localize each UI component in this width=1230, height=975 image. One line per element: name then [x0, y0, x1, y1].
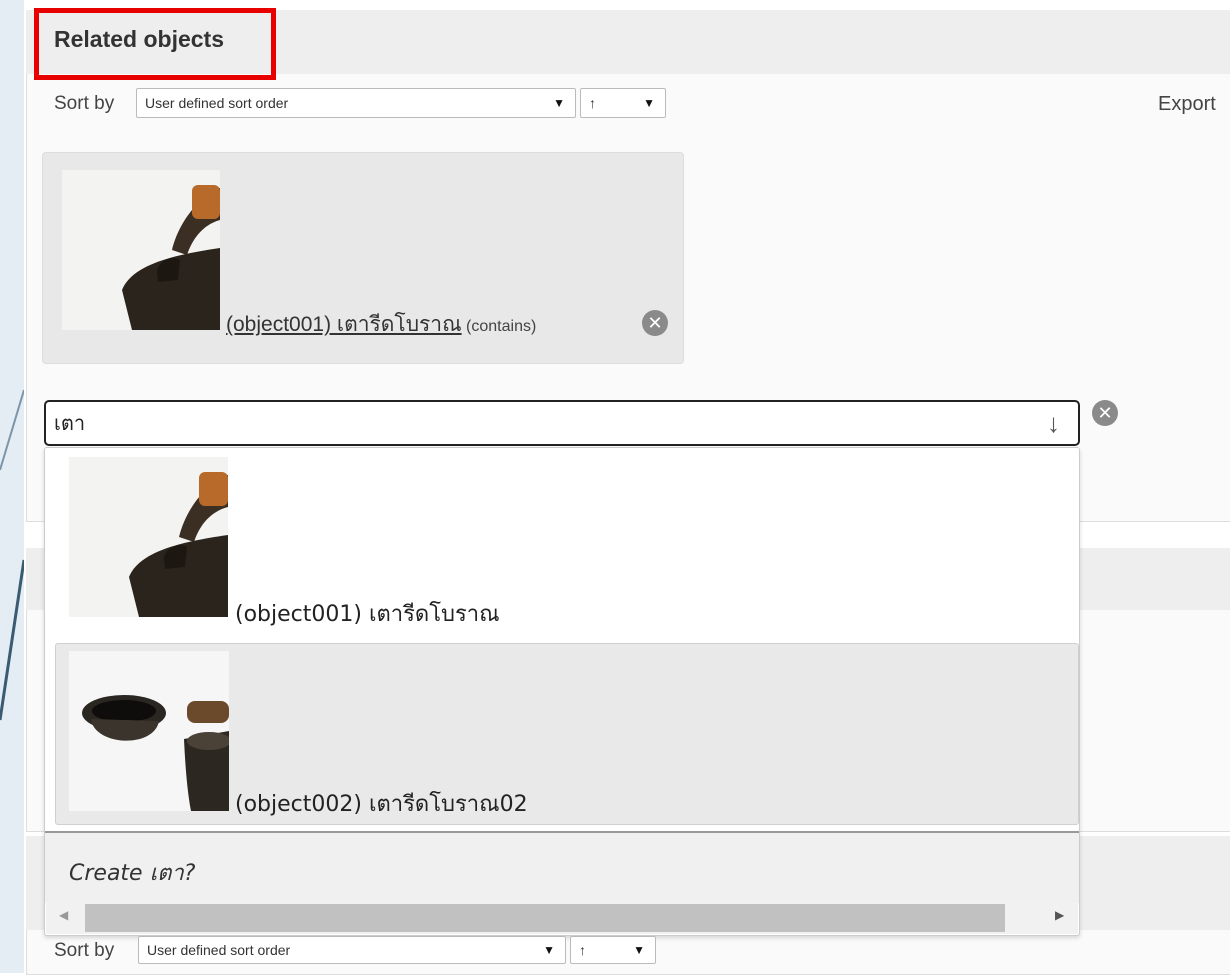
create-new-option[interactable]: Create เตา?: [45, 831, 1079, 903]
chevron-down-icon: ▼: [543, 943, 555, 957]
section-title: Related objects: [54, 26, 224, 52]
down-arrow-icon[interactable]: ↓: [1047, 408, 1060, 439]
sort-direction-value: ↑: [589, 95, 596, 111]
option-label: (object002) เตารีดโบราณ02: [235, 792, 528, 817]
left-decorative-strip: [0, 0, 24, 973]
create-label: Create เตา?: [69, 861, 196, 886]
scroll-right-icon[interactable]: ▶: [1055, 908, 1064, 922]
scrollbar-thumb[interactable]: [85, 904, 1005, 932]
relation-type: (contains): [466, 318, 537, 335]
bottom-sort-direction-select[interactable]: ↑ ▼: [570, 936, 656, 964]
decorative-lines: [0, 389, 24, 721]
export-link[interactable]: Export: [1158, 93, 1216, 116]
sort-order-value: User defined sort order: [145, 95, 289, 111]
clear-search-x-circle-icon[interactable]: ✕: [1092, 400, 1118, 426]
search-input[interactable]: [54, 408, 1034, 438]
related-object-search[interactable]: ↓: [44, 400, 1080, 446]
sort-order-select[interactable]: User defined sort order ▼: [136, 88, 576, 118]
option-label: (object001) เตารีดโบราณ: [235, 602, 500, 627]
bottom-sort-order-select[interactable]: User defined sort order ▼: [138, 936, 566, 964]
bottom-sort-direction-value: ↑: [579, 942, 586, 958]
sort-direction-select[interactable]: ↑ ▼: [580, 88, 666, 118]
bottom-sort-order-value: User defined sort order: [147, 942, 291, 958]
sort-by-label: Sort by: [54, 93, 115, 114]
bottom-sort-by-label: Sort by: [54, 940, 115, 961]
autocomplete-dropdown: (object001) เตารีดโบราณ (object002) เตาร…: [44, 447, 1080, 936]
iron-thumbnail: [69, 457, 228, 617]
vessel-thumbnail: [69, 651, 229, 811]
chevron-down-icon: ▼: [633, 943, 645, 957]
remove-related-item-x-circle-icon[interactable]: ✕: [642, 310, 668, 336]
scroll-left-icon[interactable]: ◀: [59, 908, 68, 922]
related-item-link[interactable]: (object001) เตารีดโบราณ: [226, 313, 462, 336]
autocomplete-option[interactable]: (object001) เตารีดโบราณ: [45, 448, 1079, 638]
chevron-down-icon: ▼: [643, 96, 655, 110]
autocomplete-option-highlighted[interactable]: (object002) เตารีดโบราณ02: [55, 643, 1079, 825]
related-item-row: (object001) เตารีดโบราณ (contains): [226, 308, 536, 341]
iron-thumbnail: [62, 170, 220, 330]
chevron-down-icon: ▼: [553, 96, 565, 110]
